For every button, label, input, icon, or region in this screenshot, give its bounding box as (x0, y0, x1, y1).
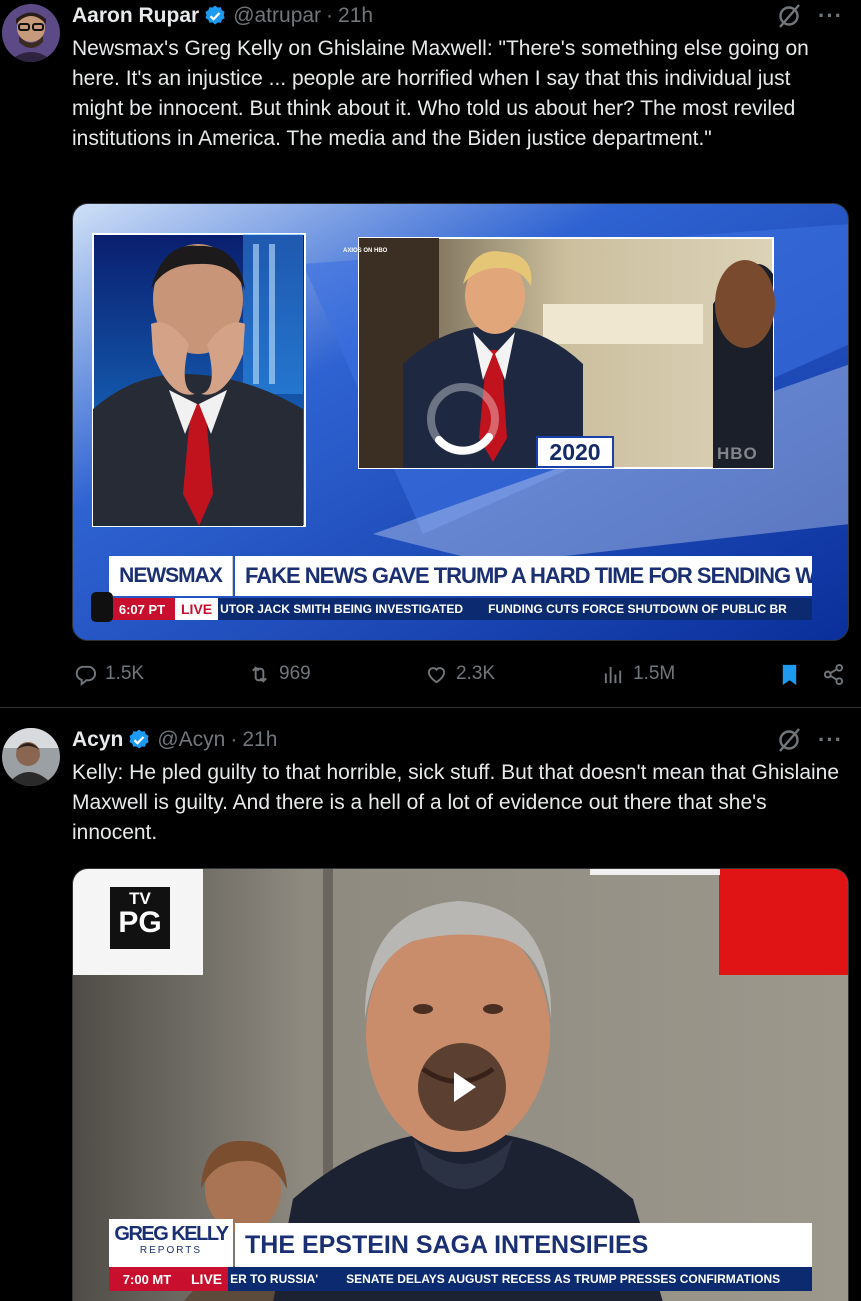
source-tag: AXIOS ON HBO (343, 248, 388, 254)
timestamp[interactable]: 21h (338, 2, 373, 30)
separator: · (230, 728, 238, 751)
verified-badge-icon (203, 4, 227, 28)
views-button[interactable]: 1.5M (602, 663, 675, 686)
like-button[interactable]: 2.3K (425, 663, 495, 686)
views-icon (604, 666, 622, 683)
like-count: 2.3K (456, 663, 496, 684)
network-logo: NEWSMAX (119, 564, 223, 587)
share-button[interactable] (822, 663, 845, 686)
live-tag: LIVE (185, 1267, 229, 1291)
tweet-header: Aaron Rupar @atrupar · 21h ··· (72, 2, 843, 30)
share-icon (823, 663, 844, 685)
year-badge: 2020 (536, 436, 614, 468)
tweet[interactable]: Aaron Rupar @atrupar · 21h ··· Newsmax's… (0, 0, 861, 707)
separator: · (326, 4, 334, 27)
reply-icon (75, 665, 97, 686)
ticker-item: SENATE DELAYS AUGUST RECESS AS TRUMP PRE… (346, 1272, 781, 1286)
tweet-header: Acyn @Acyn · 21h ··· (72, 726, 843, 754)
chyron: NEWSMAX FAKE NEWS GAVE TRUMP A HARD TIME… (109, 556, 812, 622)
ticker-item: FUNDING CUTS FORCE SHUTDOWN OF PUBLIC BR (488, 602, 787, 616)
video-media[interactable]: TV PG GREG KELLY REPORTS THE EPSTEIN SAG… (72, 868, 849, 1301)
network-watermark: HBO (717, 444, 758, 463)
tv-rating: TV PG (73, 869, 203, 975)
author-name[interactable]: Acyn (72, 726, 123, 754)
ticker-item: UTOR JACK SMITH BEING INVESTIGATED (220, 602, 464, 616)
video-media[interactable]: AXIOS ON HBO 2020 HBO NEWSMAX FAKE NEWS … (72, 203, 849, 641)
grok-icon[interactable] (776, 727, 802, 753)
grok-icon[interactable] (776, 3, 802, 29)
repost-count: 969 (279, 663, 311, 684)
bookmark-icon (782, 664, 797, 685)
rating-value: PG (118, 906, 162, 939)
author-handle[interactable]: @atrupar (233, 2, 321, 30)
action-bar: 1.5K 969 2.3K 1.5M (72, 656, 849, 692)
timestamp[interactable]: 21h (242, 726, 277, 754)
avatar[interactable] (2, 4, 60, 62)
repost-button[interactable]: 969 (248, 663, 311, 686)
overlay-marker (91, 592, 113, 622)
author-handle[interactable]: @Acyn (157, 726, 225, 754)
rating-label: TV (129, 889, 151, 908)
more-icon[interactable]: ··· (818, 729, 843, 751)
author-name[interactable]: Aaron Rupar (72, 2, 199, 30)
verified-badge-icon (127, 728, 151, 752)
show-logo-sub: REPORTS (139, 1245, 203, 1256)
ticker-item: ER TO RUSSIA' (230, 1272, 319, 1286)
reply-button[interactable]: 1.5K (74, 663, 144, 686)
play-icon (454, 1072, 476, 1102)
headline: THE EPSTEIN SAGA INTENSIFIES (235, 1223, 812, 1267)
bookmark-button[interactable] (778, 663, 801, 686)
avatar[interactable] (2, 728, 60, 786)
views-count: 1.5M (633, 663, 676, 684)
live-tag: LIVE (175, 598, 219, 620)
headline: FAKE NEWS GAVE TRUMP A HARD TIME FOR SEN… (235, 556, 812, 596)
repost-icon (252, 665, 267, 683)
tweet-text: Newsmax's Greg Kelly on Ghislaine Maxwel… (72, 37, 809, 150)
more-icon[interactable]: ··· (818, 5, 843, 27)
like-icon (427, 666, 446, 683)
clock: 7:00 MT (109, 1267, 185, 1291)
tweet[interactable]: Acyn @Acyn · 21h ··· Kelly: He pled guil… (0, 708, 861, 1301)
clock: 6:07 PT (109, 598, 175, 620)
play-button[interactable] (418, 1043, 506, 1131)
show-logo: GREG KELLY (114, 1223, 229, 1245)
reply-count: 1.5K (105, 663, 145, 684)
tweet-text: Kelly: He pled guilty to that horrible, … (72, 761, 840, 844)
chyron: GREG KELLY REPORTS THE EPSTEIN SAGA INTE… (109, 1219, 812, 1293)
